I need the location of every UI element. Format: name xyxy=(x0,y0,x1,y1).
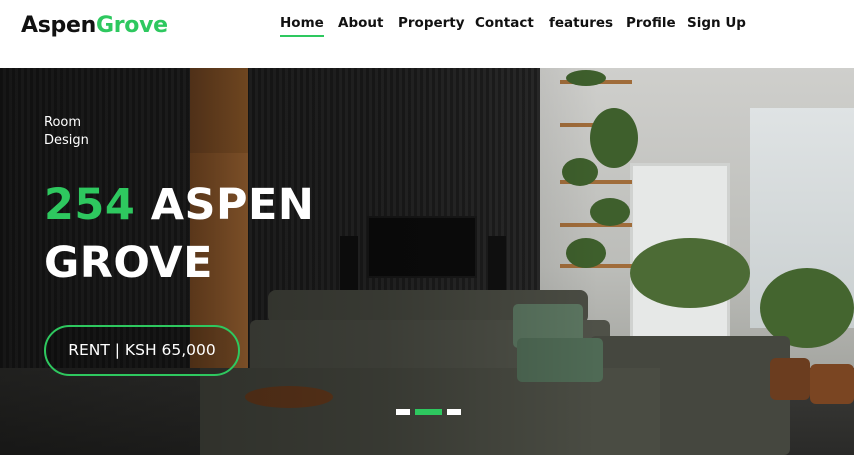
brand-name-part1: Aspen xyxy=(21,13,96,38)
nav-link-profile[interactable]: Profile xyxy=(626,14,676,32)
rent-price-button[interactable]: RENT | KSH 65,000 xyxy=(44,325,240,376)
nav-link-home[interactable]: Home xyxy=(280,14,324,37)
brand-name-part2: Grove xyxy=(95,13,168,38)
brand-logo[interactable]: AspenGrove xyxy=(21,12,168,40)
hero-eyebrow-line1: Room xyxy=(44,115,82,130)
navbar: AspenGrove Home About Property Contact f… xyxy=(0,0,854,68)
slider-indicators xyxy=(396,409,466,415)
nav-link-contact[interactable]: Contact xyxy=(475,14,534,32)
nav-link-sign-up[interactable]: Sign Up xyxy=(687,14,746,32)
hero-title: 254 ASPEN GROVE xyxy=(44,176,404,292)
hero-title-word1: ASPEN xyxy=(150,180,315,230)
nav-link-about[interactable]: About xyxy=(338,14,383,32)
slider-dot-3[interactable] xyxy=(447,409,461,415)
nav-link-property[interactable]: Property xyxy=(398,14,465,32)
slider-dot-2[interactable] xyxy=(415,409,442,415)
hero-banner: Room Design 254 ASPEN GROVE RENT | KSH 6… xyxy=(0,68,854,455)
hero-title-word2: GROVE xyxy=(44,238,213,288)
slider-dot-1[interactable] xyxy=(396,409,410,415)
hero-eyebrow: Room Design xyxy=(44,114,164,150)
hero-title-number: 254 xyxy=(44,180,136,230)
nav-link-features[interactable]: features xyxy=(549,14,613,32)
hero-eyebrow-line2: Design xyxy=(44,133,89,148)
